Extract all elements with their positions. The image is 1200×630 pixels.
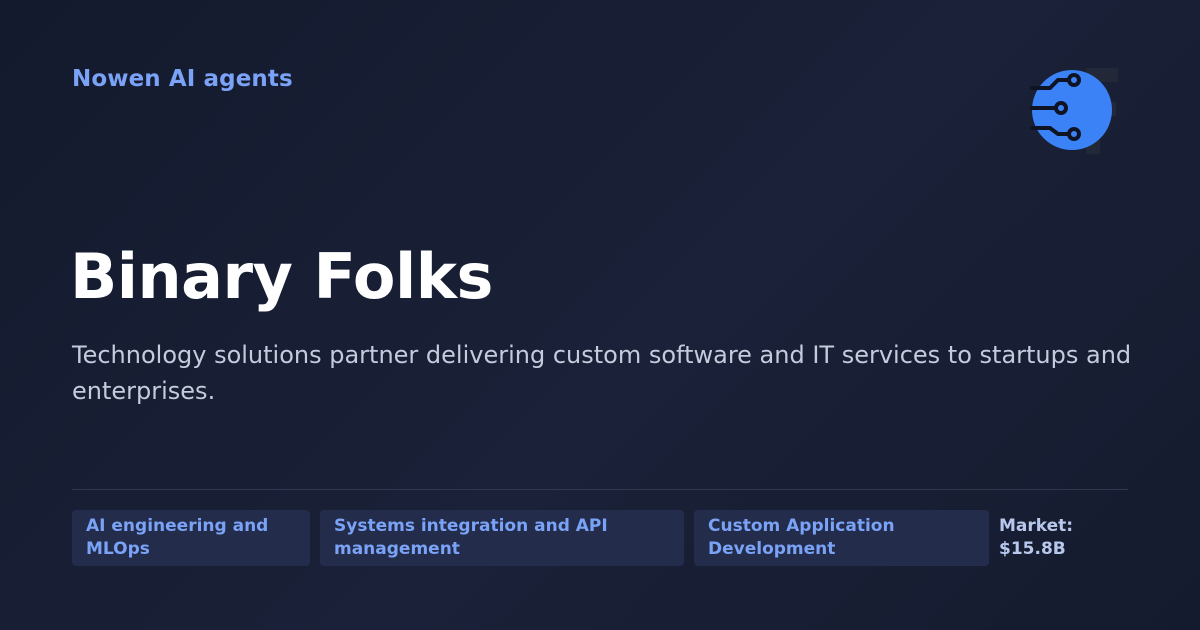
market-label: Market: (999, 516, 1074, 536)
market-value: $15.8B (999, 539, 1066, 559)
company-description: Technology solutions partner delivering … (72, 341, 1132, 405)
divider (72, 489, 1128, 490)
tag-ai-engineering: AI engineering and MLOps (72, 510, 310, 566)
tag-systems-integration: Systems integration and API management (320, 510, 684, 566)
binary-folks-logo-icon (1030, 62, 1130, 162)
brand-label: Nowen AI agents (72, 66, 293, 92)
tag-custom-app-development: Custom Application Development (694, 510, 989, 566)
company-name: Binary Folks (70, 240, 493, 313)
market-size: Market: $15.8B (999, 515, 1119, 561)
